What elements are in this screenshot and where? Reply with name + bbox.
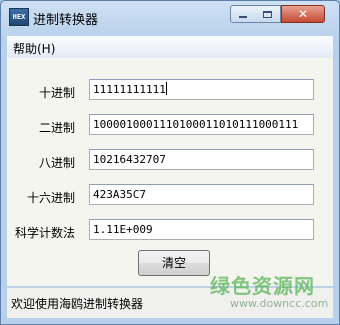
app-icon-text: HEX xyxy=(12,13,26,21)
status-text: 欢迎使用海鸥进制转换器 xyxy=(11,297,144,311)
clear-button[interactable]: 清空 xyxy=(138,250,210,276)
hex-value: 423A35C7 xyxy=(93,188,146,201)
watermark-url: www.downcc.com xyxy=(230,297,329,310)
text-cursor xyxy=(165,82,167,95)
decimal-value: 11111111111 xyxy=(93,83,166,96)
octal-label: 八进制 xyxy=(39,156,76,170)
octal-field[interactable]: 10216432707 xyxy=(89,149,314,170)
window-title: 进制转换器 xyxy=(33,13,99,28)
decimal-label: 十进制 xyxy=(39,86,76,100)
maximize-button[interactable] xyxy=(255,5,281,23)
close-icon: ✕ xyxy=(297,7,309,21)
menu-help[interactable]: 帮助(H) xyxy=(13,40,55,57)
scientific-field[interactable]: 1.11E+009 xyxy=(89,219,314,240)
scientific-value: 1.11E+009 xyxy=(93,223,153,236)
watermark: 绿色资源网 www.downcc.com xyxy=(210,270,338,320)
app-icon: HEX xyxy=(9,8,29,26)
scientific-label: 科学计数法 xyxy=(15,226,76,240)
binary-label: 二进制 xyxy=(39,121,76,135)
close-button[interactable]: ✕ xyxy=(281,5,325,23)
maximize-icon xyxy=(263,10,272,18)
menu-bar: 帮助(H) xyxy=(7,36,333,58)
binary-value: 1000010001110100011010111000111 xyxy=(93,118,299,131)
title-bar[interactable]: HEX 进制转换器 ✕ xyxy=(1,1,339,33)
hex-field[interactable]: 423A35C7 xyxy=(89,184,314,205)
octal-value: 10216432707 xyxy=(93,153,166,166)
hex-label: 十六进制 xyxy=(27,191,76,205)
decimal-field[interactable]: 11111111111 xyxy=(89,79,314,100)
binary-field[interactable]: 1000010001110100011010111000111 xyxy=(89,114,314,135)
minimize-button[interactable] xyxy=(230,5,256,23)
watermark-brand: 绿色资源网 xyxy=(210,274,315,298)
minimize-icon xyxy=(239,16,247,18)
converter-panel: 十进制 11111111111 二进制 10000100011101000110… xyxy=(7,58,333,286)
